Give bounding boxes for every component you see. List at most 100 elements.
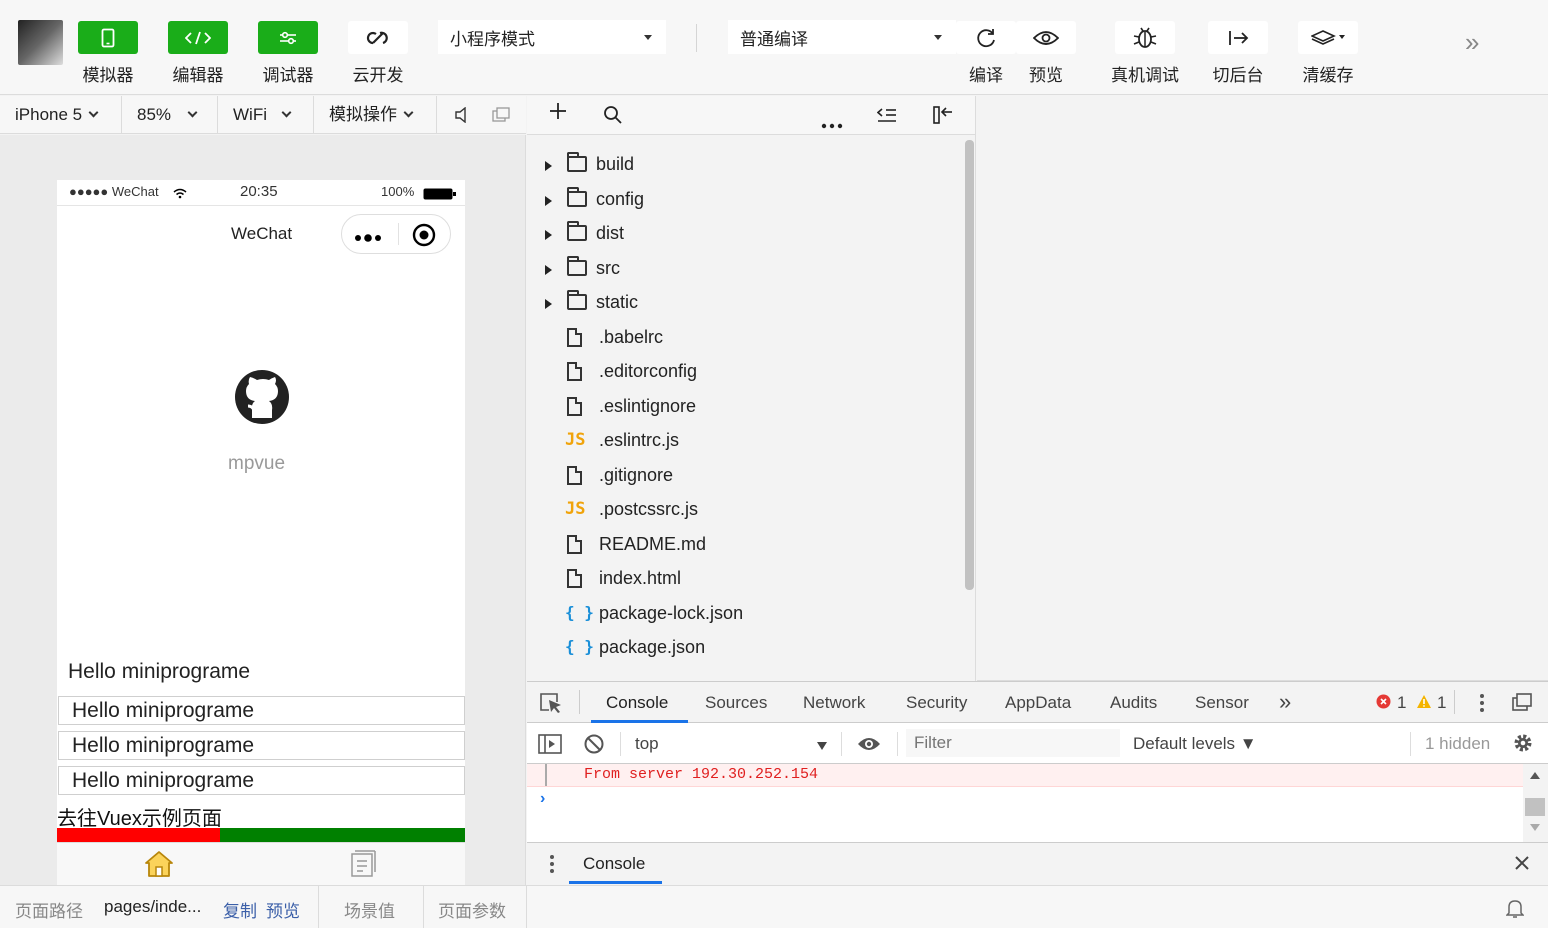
drawer-tab-console[interactable]: Console — [583, 854, 645, 874]
json-file-icon: { } — [565, 637, 594, 656]
hello-input-1[interactable]: Hello miniprograme — [58, 696, 465, 725]
tree-file-README-md[interactable]: README.md — [527, 529, 957, 563]
tree-file-package-json[interactable]: { } package.json — [527, 632, 957, 666]
file-name: .editorconfig — [599, 361, 698, 381]
filter-input[interactable] — [906, 729, 1120, 757]
live-expression-eye-icon[interactable] — [857, 736, 881, 757]
caret-right-icon[interactable] — [545, 161, 552, 171]
tab-appdata[interactable]: AppData — [1005, 693, 1071, 713]
console-scrollbar[interactable] — [1523, 764, 1548, 842]
preview-button[interactable]: 预览 — [1016, 21, 1076, 86]
drawer-menu-icon[interactable] — [549, 854, 555, 879]
cloud-dev-button[interactable]: 云开发 — [348, 21, 408, 86]
clear-console-icon[interactable] — [583, 733, 605, 760]
close-drawer-icon[interactable] — [1514, 855, 1530, 876]
tree-file-dot-eslintrc-js[interactable]: JS .eslintrc.js — [527, 425, 957, 459]
network-select[interactable]: WiFi — [218, 96, 314, 134]
simulate-operations-select[interactable]: 模拟操作 — [314, 96, 437, 134]
double-chevron-right-icon[interactable]: » — [1465, 27, 1479, 58]
context-select-value[interactable]: top — [635, 734, 659, 754]
debugger-toggle-button[interactable]: 调试器 — [258, 21, 318, 86]
scroll-thumb[interactable] — [1525, 798, 1545, 816]
tree-file-dot-gitignore[interactable]: .gitignore — [527, 460, 957, 494]
device-select[interactable]: iPhone 5 — [0, 96, 122, 134]
search-icon[interactable] — [603, 105, 623, 131]
tab-network[interactable]: Network — [803, 693, 865, 713]
notification-bell-icon[interactable] — [1505, 898, 1525, 923]
undock-icon[interactable] — [1512, 693, 1532, 716]
user-avatar[interactable] — [18, 20, 63, 65]
tree-folder-static[interactable]: static — [527, 287, 957, 321]
tab-sensor[interactable]: Sensor — [1195, 693, 1249, 713]
add-icon[interactable] — [549, 102, 567, 126]
kebab-menu-icon[interactable] — [1479, 693, 1485, 718]
caret-right-icon[interactable] — [545, 299, 552, 309]
remote-debug-button[interactable]: 真机调试 — [1111, 21, 1179, 86]
tab-console[interactable]: Console — [606, 693, 668, 713]
file-name: README.md — [599, 533, 707, 554]
file-icon — [567, 327, 582, 347]
tab-audits[interactable]: Audits — [1110, 693, 1157, 713]
detach-window-icon[interactable] — [492, 107, 510, 128]
compile-mode-select[interactable]: 普通编译 — [728, 20, 956, 54]
tree-folder-dist[interactable]: dist — [527, 218, 957, 252]
tab-sources[interactable]: Sources — [705, 693, 767, 713]
tab-security[interactable]: Security — [906, 693, 967, 713]
mode-select[interactable]: 小程序模式 — [438, 20, 666, 54]
caret-right-icon[interactable] — [545, 195, 552, 206]
simulator-label: 模拟器 — [82, 66, 134, 85]
more-options-icon[interactable] — [821, 112, 843, 135]
toolbar-divider — [1410, 732, 1411, 756]
home-icon[interactable] — [144, 850, 174, 883]
background-button[interactable]: 切后台 — [1208, 21, 1268, 86]
warning-count[interactable]: 1 — [1437, 693, 1446, 713]
inspect-element-icon[interactable] — [539, 692, 563, 719]
vuex-page-link[interactable]: 去往Vuex示例页面 — [57, 802, 222, 831]
page-params-button[interactable]: 页面参数 — [438, 897, 506, 922]
context-dropdown-icon[interactable] — [816, 736, 828, 756]
scroll-up-icon[interactable] — [1530, 772, 1540, 779]
simulator-toggle-button[interactable]: 模拟器 — [78, 21, 138, 86]
layers-icon — [1298, 21, 1358, 54]
scene-value-button[interactable]: 场景值 — [344, 897, 395, 922]
hello-input-3[interactable]: Hello miniprograme — [58, 766, 465, 795]
main-toolbar: 模拟器 编辑器 调试器 云开发 小程序模式 普通编译 编译 预览 真机调试 切后… — [0, 0, 1548, 95]
compile-button[interactable]: 编译 — [956, 21, 1016, 86]
copy-path-link[interactable]: 复制 — [223, 897, 257, 922]
simulator-panel: ●●●●● WeChat 20:35 100% WeChat mpvue Hel… — [0, 135, 526, 885]
tree-file-dot-babelrc[interactable]: .babelrc — [527, 322, 957, 356]
tree-folder-src[interactable]: src — [527, 253, 957, 287]
collapse-all-icon[interactable] — [876, 106, 897, 129]
close-miniprogram-icon[interactable] — [412, 223, 436, 252]
tree-file-dot-editorconfig[interactable]: .editorconfig — [527, 356, 957, 390]
caret-right-icon[interactable] — [545, 230, 552, 240]
console-prompt-icon[interactable]: › — [540, 790, 545, 808]
file-tree-scrollbar[interactable] — [965, 140, 974, 590]
more-tabs-icon[interactable]: » — [1279, 689, 1291, 715]
more-dots-icon[interactable] — [354, 229, 382, 247]
tree-file-index-html[interactable]: index.html — [527, 563, 957, 597]
caret-right-icon[interactable] — [545, 264, 552, 275]
error-count[interactable]: 1 — [1397, 693, 1406, 713]
js-file-icon: JS — [565, 430, 586, 450]
volume-icon[interactable] — [455, 106, 469, 128]
tree-folder-build[interactable]: build — [527, 149, 957, 183]
device-value: iPhone 5 — [15, 105, 83, 124]
hello-input-2[interactable]: Hello miniprograme — [58, 731, 465, 760]
cloud-icon — [348, 21, 408, 54]
tree-file-package-lock-json[interactable]: { } package-lock.json — [527, 598, 957, 632]
tree-file-dot-postcssrc-js[interactable]: JS .postcssrc.js — [527, 494, 957, 528]
tree-file-dot-eslintignore[interactable]: .eslintignore — [527, 391, 957, 425]
show-sidebar-icon[interactable] — [538, 733, 562, 760]
editor-toggle-button[interactable]: 编辑器 — [168, 21, 228, 86]
toggle-sidebar-icon[interactable] — [932, 105, 954, 131]
document-list-icon[interactable] — [349, 850, 377, 883]
tree-folder-config[interactable]: config — [527, 184, 957, 218]
scroll-down-icon[interactable] — [1530, 824, 1540, 831]
zoom-select[interactable]: 85% — [122, 96, 218, 134]
preview-path-link[interactable]: 预览 — [266, 897, 300, 922]
hello-text: Hello miniprograme — [68, 660, 251, 683]
clear-cache-button[interactable]: 清缓存 — [1298, 21, 1358, 86]
settings-gear-icon[interactable] — [1512, 732, 1534, 759]
log-levels-select[interactable]: Default levels ▼ — [1133, 734, 1257, 754]
